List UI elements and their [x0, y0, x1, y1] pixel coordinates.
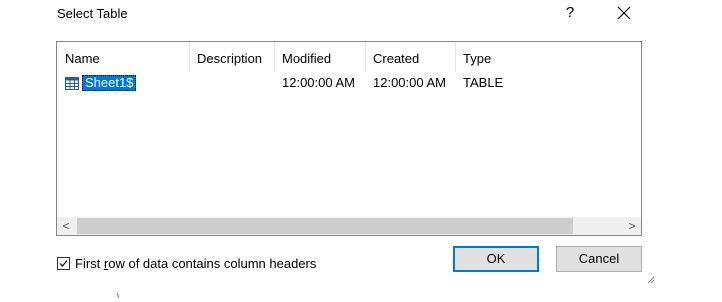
dialog-title: Select Table — [57, 6, 128, 21]
column-header-type[interactable]: Type — [455, 42, 535, 72]
checkmark-icon — [59, 260, 68, 267]
first-row-headers-option[interactable]: First row of data contains column header… — [57, 256, 316, 271]
row-name-text: Sheet1$ — [82, 75, 137, 91]
first-row-headers-checkbox[interactable] — [57, 257, 70, 270]
column-header-modified[interactable]: Modified — [274, 42, 365, 72]
label-part-prefix: First — [75, 256, 104, 271]
row-modified-cell: 12:00:00 AM — [282, 75, 355, 90]
horizontal-scrollbar[interactable]: < > — [57, 217, 641, 235]
scroll-left-button[interactable]: < — [57, 217, 75, 235]
cancel-button[interactable]: Cancel — [556, 246, 642, 272]
close-icon — [617, 6, 631, 20]
ok-button[interactable]: OK — [453, 246, 539, 272]
scroll-thumb[interactable] — [77, 218, 573, 234]
table-icon — [65, 76, 79, 90]
help-button[interactable]: ? — [560, 2, 580, 24]
column-header-created[interactable]: Created — [365, 42, 455, 72]
select-table-dialog: Select Table ? Name Description Modified… — [0, 0, 722, 302]
scroll-right-button[interactable]: > — [623, 217, 641, 235]
table-list[interactable]: Name Description Modified Created Type S… — [56, 41, 642, 236]
column-header-name[interactable]: Name — [57, 42, 189, 72]
close-button[interactable] — [612, 1, 636, 25]
row-name-cell[interactable]: Sheet1$ — [65, 74, 137, 92]
first-row-headers-label: First row of data contains column header… — [75, 256, 316, 271]
resize-grip-icon[interactable] — [645, 274, 655, 284]
table-row[interactable]: Sheet1$ 12:00:00 AM 12:00:00 AM TABLE — [57, 74, 641, 92]
row-type-cell: TABLE — [463, 75, 504, 90]
column-headers: Name Description Modified Created Type — [57, 42, 641, 72]
row-created-cell: 12:00:00 AM — [373, 75, 446, 90]
label-part-suffix: ow of data contains column headers — [108, 256, 317, 271]
stray-mark — [117, 293, 119, 299]
column-header-description[interactable]: Description — [189, 42, 274, 72]
